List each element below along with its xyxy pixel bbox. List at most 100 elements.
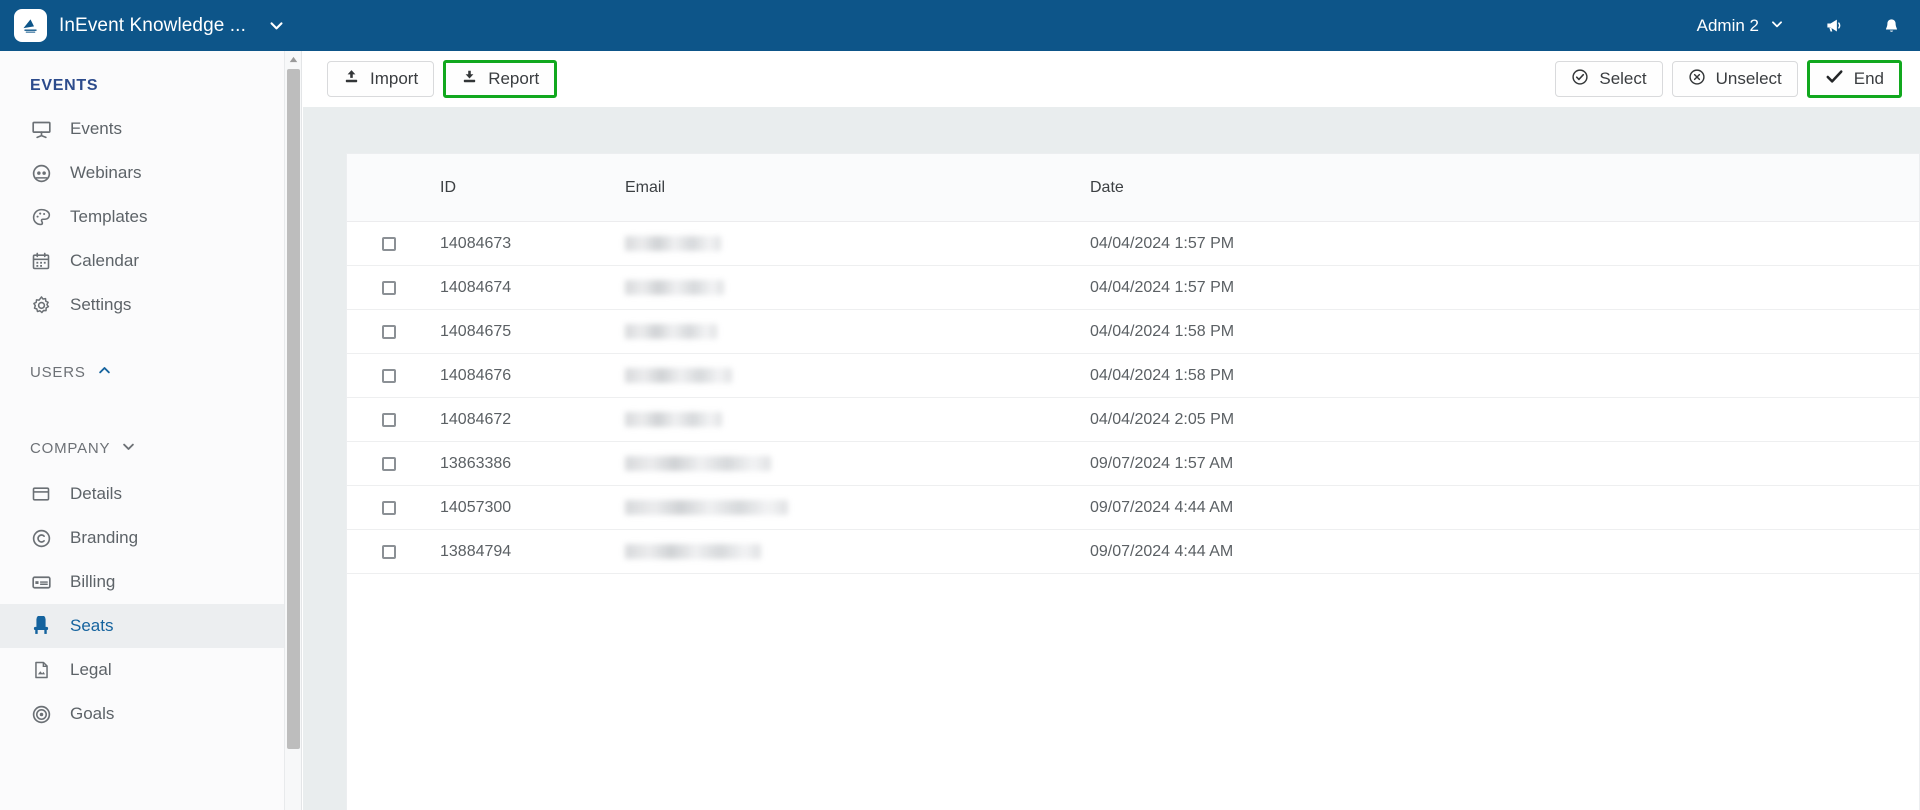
unselect-button[interactable]: Unselect xyxy=(1671,61,1798,97)
redacted-email xyxy=(625,412,722,427)
cell-date: 09/07/2024 1:57 AM xyxy=(1090,454,1234,472)
row-checkbox[interactable] xyxy=(382,324,396,339)
table-row[interactable]: 14084674 04/04/2024 1:57 PM xyxy=(347,266,1919,310)
admin-menu[interactable]: Admin 2 xyxy=(1675,0,1806,51)
scrollbar-thumb[interactable] xyxy=(287,69,300,749)
target-icon xyxy=(30,703,52,725)
redacted-email xyxy=(625,236,721,251)
admin-label: Admin 2 xyxy=(1696,15,1759,35)
report-button-label: Report xyxy=(488,69,540,88)
scroll-up-arrow-icon[interactable] xyxy=(285,51,302,68)
chevron-down-icon[interactable] xyxy=(268,17,285,34)
sidebar-item-events[interactable]: Events xyxy=(0,107,284,151)
row-checkbox[interactable] xyxy=(382,368,396,383)
sidebar-group-users[interactable]: USERS xyxy=(0,363,284,382)
cell-id: 14084676 xyxy=(440,366,512,384)
cell-date: 09/07/2024 4:44 AM xyxy=(1090,498,1234,516)
presentation-screen-icon xyxy=(30,118,52,140)
end-button[interactable]: End xyxy=(1806,60,1902,98)
table-row[interactable]: 14084673 04/04/2024 1:57 PM xyxy=(347,222,1919,266)
row-checkbox[interactable] xyxy=(382,544,396,559)
table-row[interactable]: 13884794 09/07/2024 4:44 AM xyxy=(347,530,1919,574)
brand-name: InEvent Knowledge ... xyxy=(59,14,246,36)
sidebar-item-details[interactable]: Details xyxy=(0,472,284,516)
row-checkbox[interactable] xyxy=(382,456,396,471)
import-button[interactable]: Import xyxy=(327,61,435,97)
cell-date: 09/07/2024 4:44 AM xyxy=(1090,542,1234,560)
column-header-date: Date xyxy=(1090,178,1124,196)
cell-email xyxy=(625,456,1090,471)
cell-email xyxy=(625,500,1090,515)
redacted-email xyxy=(625,456,771,471)
sidebar-group-label: USERS xyxy=(30,364,86,381)
sidebar-item-legal[interactable]: Legal xyxy=(0,648,284,692)
cell-id: 14084672 xyxy=(440,410,512,428)
sidebar-item-label: Webinars xyxy=(70,163,142,182)
table-row[interactable]: 14057300 09/07/2024 4:44 AM xyxy=(347,486,1919,530)
sidebar-group-company[interactable]: COMPANY xyxy=(0,439,284,458)
x-circle-icon xyxy=(1688,68,1706,91)
webinar-headset-icon xyxy=(30,162,52,184)
toolbar-right-group: Select Unselect End xyxy=(1555,60,1902,98)
cell-id: 14084674 xyxy=(440,278,512,296)
row-checkbox[interactable] xyxy=(382,500,396,515)
sidebar-item-templates[interactable]: Templates xyxy=(0,195,284,239)
select-button-label: Select xyxy=(1599,69,1647,88)
cell-email xyxy=(625,324,1090,339)
column-header-id: ID xyxy=(440,178,456,196)
toolbar: Import Report Select Unselect End xyxy=(303,51,1920,107)
cell-id: 13863386 xyxy=(440,454,512,472)
sidebar-item-billing[interactable]: Billing xyxy=(0,560,284,604)
end-button-label: End xyxy=(1853,69,1884,88)
row-checkbox[interactable] xyxy=(382,412,396,427)
row-checkbox[interactable] xyxy=(382,280,396,295)
column-header-email: Email xyxy=(625,178,666,196)
sidebar-events-list: Events Webinars Templates Calendar Setti… xyxy=(0,107,284,327)
megaphone-icon[interactable] xyxy=(1806,0,1863,51)
cell-date: 04/04/2024 1:58 PM xyxy=(1090,322,1235,340)
row-checkbox[interactable] xyxy=(382,236,396,251)
sidebar-item-label: Templates xyxy=(70,207,148,226)
document-image-icon xyxy=(30,659,52,681)
topbar-right-group: Admin 2 xyxy=(1675,0,1920,51)
sidebar-item-label: Details xyxy=(70,484,122,503)
sidebar-company-list: Details Branding Billing Seats Legal Goa… xyxy=(0,472,284,736)
cell-id: 14057300 xyxy=(440,498,512,516)
calendar-icon xyxy=(30,250,52,272)
cell-id: 14084675 xyxy=(440,322,512,340)
chevron-down-icon xyxy=(1770,16,1784,36)
select-button[interactable]: Select xyxy=(1555,61,1663,97)
cell-date: 04/04/2024 2:05 PM xyxy=(1090,410,1235,428)
sidebar-item-branding[interactable]: Branding xyxy=(0,516,284,560)
cell-email xyxy=(625,236,1090,251)
bell-icon[interactable] xyxy=(1863,0,1920,51)
report-button[interactable]: Report xyxy=(443,60,558,98)
sidebar-item-goals[interactable]: Goals xyxy=(0,692,284,736)
sidebar-item-settings[interactable]: Settings xyxy=(0,283,284,327)
toolbar-left-group: Import Report xyxy=(327,60,558,98)
sidebar-item-label: Branding xyxy=(70,528,139,547)
sidebar-item-webinars[interactable]: Webinars xyxy=(0,151,284,195)
sidebar-item-label: Seats xyxy=(70,616,114,635)
unselect-button-label: Unselect xyxy=(1715,69,1782,88)
row-checkbox-cell xyxy=(347,412,440,427)
table-row[interactable]: 14084672 04/04/2024 2:05 PM xyxy=(347,398,1919,442)
cell-email xyxy=(625,368,1090,383)
table-row[interactable]: 14084676 04/04/2024 1:58 PM xyxy=(347,354,1919,398)
sidebar-item-seats[interactable]: Seats xyxy=(0,604,284,648)
row-checkbox-cell xyxy=(347,324,440,339)
table-header-row: ID Email Date xyxy=(347,154,1919,222)
sidebar-scrollbar[interactable] xyxy=(285,51,302,810)
table-row[interactable]: 14084675 04/04/2024 1:58 PM xyxy=(347,310,1919,354)
row-checkbox-cell xyxy=(347,236,440,251)
inevent-logo-icon xyxy=(14,9,47,42)
cell-id: 14084673 xyxy=(440,234,512,252)
brand-selector[interactable]: InEvent Knowledge ... xyxy=(0,0,290,51)
sidebar-item-calendar[interactable]: Calendar xyxy=(0,239,284,283)
cell-email xyxy=(625,412,1090,427)
sidebar-item-label: Billing xyxy=(70,572,116,591)
upload-icon xyxy=(343,68,360,90)
table-row[interactable]: 13863386 09/07/2024 1:57 AM xyxy=(347,442,1919,486)
sidebar-item-label: Legal xyxy=(70,660,112,679)
top-bar: InEvent Knowledge ... Admin 2 xyxy=(0,0,1920,51)
